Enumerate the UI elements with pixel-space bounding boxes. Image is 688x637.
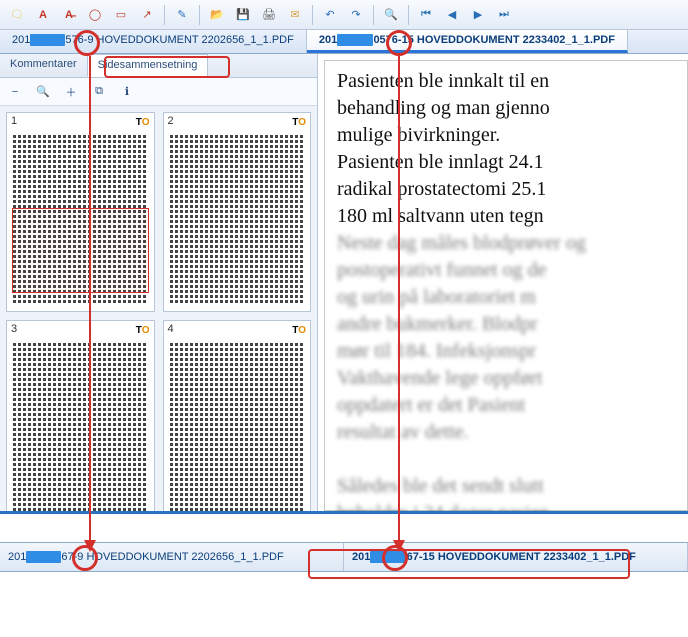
text-annotation-icon[interactable]: A xyxy=(32,4,54,26)
zoom-icon[interactable]: 🔍 xyxy=(380,4,402,26)
bottom-tab-strip: 201xx67-9 HOVEDDOKUMENT 2202656_1_1.PDF2… xyxy=(0,542,688,572)
thumbnail-grid: 1TO2TO3TO4TO xyxy=(0,106,317,511)
sticky-note-icon[interactable]: 🗨 xyxy=(6,4,28,26)
panel-subtoolbar: −🔍 ＋ ⧉ ℹ xyxy=(0,78,317,106)
prev-page-icon[interactable]: ◀ xyxy=(441,4,463,26)
zoom-thumb-icon[interactable]: 🔍 xyxy=(34,83,52,101)
arrow-annot-icon[interactable]: ↗ xyxy=(136,4,158,26)
rect-annot-icon[interactable]: ▭ xyxy=(110,4,132,26)
page-thumbnail[interactable]: 1TO xyxy=(6,112,155,312)
document-tab-strip: 201xx576-9 HOVEDDOKUMENT 2202656_1_1.PDF… xyxy=(0,30,688,54)
page-thumbnail[interactable]: 2TO xyxy=(163,112,312,312)
main-toolbar: 🗨AA̶◯▭↗ ✎ 📂💾🖨✉ ↶↷ 🔍 ⏮◀▶⏭ xyxy=(0,0,688,30)
first-page-icon[interactable]: ⏮ xyxy=(415,4,437,26)
document-view[interactable]: Pasienten ble innkalt til enbehandling o… xyxy=(318,54,688,511)
print-icon[interactable]: 🖨 xyxy=(258,4,280,26)
page-thumbnail[interactable]: 4TO xyxy=(163,320,312,511)
panel-subtab[interactable]: Kommentarer xyxy=(0,54,87,77)
document-tab[interactable]: 201xx576-9 HOVEDDOKUMENT 2202656_1_1.PDF xyxy=(0,30,307,53)
highlighter-icon[interactable]: ✎ xyxy=(171,4,193,26)
circle-annot-icon[interactable]: ◯ xyxy=(84,4,106,26)
left-panel: KommentarerSidesammensetning −🔍 ＋ ⧉ ℹ 1TO2T… xyxy=(0,54,318,511)
panel-subtab[interactable]: Sidesammensetning xyxy=(87,54,209,77)
pdf-page: Pasienten ble innkalt til enbehandling o… xyxy=(324,60,688,511)
panel-subtabs: KommentarerSidesammensetning xyxy=(0,54,317,78)
next-page-icon[interactable]: ▶ xyxy=(467,4,489,26)
document-tab[interactable]: 201xx67-9 HOVEDDOKUMENT 2202656_1_1.PDF xyxy=(0,543,344,571)
undo-icon[interactable]: ↶ xyxy=(319,4,341,26)
open-icon[interactable]: 📂 xyxy=(206,4,228,26)
redo-icon[interactable]: ↷ xyxy=(345,4,367,26)
main-area: KommentarerSidesammensetning −🔍 ＋ ⧉ ℹ 1TO2T… xyxy=(0,54,688,514)
last-page-icon[interactable]: ⏭ xyxy=(493,4,515,26)
copy-page-icon[interactable]: ⧉ xyxy=(90,83,108,101)
save-icon[interactable]: 💾 xyxy=(232,4,254,26)
email-icon[interactable]: ✉ xyxy=(284,4,306,26)
strike-text-icon[interactable]: A̶ xyxy=(58,4,80,26)
info-icon[interactable]: ℹ xyxy=(118,83,136,101)
add-page-icon[interactable]: ＋ xyxy=(62,83,80,101)
collapse-icon[interactable]: − xyxy=(6,83,24,101)
page-thumbnail[interactable]: 3TO xyxy=(6,320,155,511)
document-tab[interactable]: 201xx67-15 HOVEDDOKUMENT 2233402_1_1.PDF xyxy=(344,543,688,571)
document-tab[interactable]: 201xx0576-15 HOVEDDOKUMENT 2233402_1_1.P… xyxy=(307,30,628,53)
